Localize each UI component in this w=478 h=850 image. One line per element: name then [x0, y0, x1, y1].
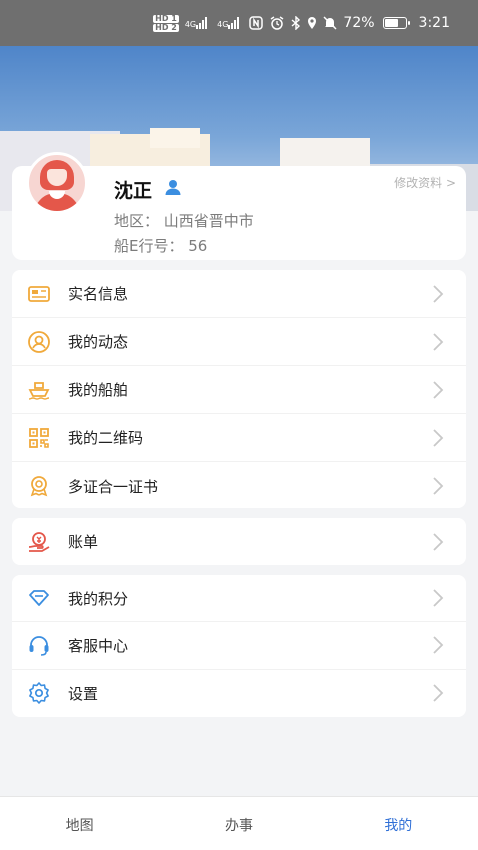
- bluetooth-icon: [291, 16, 301, 30]
- profile-card: 沈正 修改资料 > 地区： 山西省晋中市 船E行号： 56: [12, 152, 466, 260]
- battery-icon: [382, 17, 410, 29]
- sim-indicator: HD 1 HD 2: [153, 13, 179, 32]
- user-circle-icon: [28, 330, 50, 353]
- chevron-right-icon: [433, 532, 444, 551]
- signal-2-icon: 4G: [217, 17, 243, 29]
- menu-item-my-qr-code[interactable]: 我的二维码: [12, 414, 466, 462]
- chevron-right-icon: [433, 284, 444, 303]
- menu-item-real-name[interactable]: 实名信息: [12, 270, 466, 318]
- menu-item-label: 我的积分: [68, 589, 129, 608]
- menu-item-my-points[interactable]: 我的积分: [12, 575, 466, 623]
- menu-item-label: 我的船舶: [68, 381, 129, 399]
- clock: 3:21: [418, 15, 450, 31]
- menu-item-certificate[interactable]: 多证合一证书: [12, 462, 466, 510]
- chevron-right-icon: [433, 589, 444, 607]
- id-card-icon: [28, 285, 50, 302]
- signal-1-icon: 4G: [185, 17, 211, 29]
- nfc-icon: [249, 16, 264, 30]
- alarm-icon: [271, 16, 284, 30]
- chevron-right-icon: [433, 636, 444, 655]
- chevron-right-icon: [433, 380, 444, 399]
- tab-mine[interactable]: 我的: [319, 797, 478, 850]
- gear-icon: [29, 682, 49, 705]
- chevron-right-icon: [433, 332, 444, 351]
- battery-percent: 72%: [343, 15, 375, 31]
- tab-services[interactable]: 办事: [159, 797, 318, 850]
- menu-item-my-activity[interactable]: 我的动态: [12, 318, 466, 366]
- menu-group-account: 实名信息 我的动态 我的船舶 我的二维码 多证合一证书: [12, 270, 466, 508]
- bottom-tab-bar: 地图 办事 我的: [0, 796, 478, 850]
- menu-item-label: 多证合一证书: [68, 477, 159, 496]
- menu-group-misc: 我的积分 客服中心 设置: [12, 575, 466, 717]
- ship-id-info: 船E行号： 56: [114, 237, 208, 255]
- verified-user-icon: [165, 180, 181, 195]
- menu-item-settings[interactable]: 设置: [12, 670, 466, 717]
- tab-map[interactable]: 地图: [0, 797, 159, 850]
- chevron-right-icon: [433, 428, 444, 447]
- chevron-right-icon: [433, 684, 444, 702]
- menu-item-my-ships[interactable]: 我的船舶: [12, 366, 466, 414]
- headset-icon: [29, 636, 49, 657]
- certificate-icon: [30, 476, 48, 497]
- menu-item-label: 设置: [68, 684, 99, 703]
- menu-item-label: 客服中心: [68, 636, 129, 655]
- sim-2-label: HD 2: [153, 22, 179, 32]
- mute-icon: [323, 16, 337, 30]
- ship-icon: [28, 381, 50, 400]
- menu-item-label: 我的动态: [68, 333, 129, 351]
- location-icon: [308, 17, 317, 29]
- qr-code-icon: [29, 427, 49, 448]
- bill-icon: [28, 531, 50, 552]
- region-info: 地区： 山西省晋中市: [114, 212, 254, 230]
- sim-1-label: HD 1: [153, 13, 179, 23]
- menu-item-label: 实名信息: [68, 285, 129, 303]
- avatar[interactable]: [26, 152, 88, 214]
- diamond-icon: [29, 590, 49, 607]
- chevron-right-icon: [433, 477, 444, 495]
- menu-item-customer-service[interactable]: 客服中心: [12, 622, 466, 670]
- edit-profile-link[interactable]: 修改资料 >: [394, 174, 456, 191]
- menu-item-label: 账单: [68, 533, 99, 551]
- menu-item-bill[interactable]: 账单: [12, 518, 466, 565]
- menu-item-label: 我的二维码: [68, 429, 144, 447]
- menu-group-bill: 账单: [12, 518, 466, 565]
- status-bar: HD 1 HD 2 4G 4G 72% 3:21: [0, 0, 478, 46]
- user-name: 沈正: [114, 180, 153, 202]
